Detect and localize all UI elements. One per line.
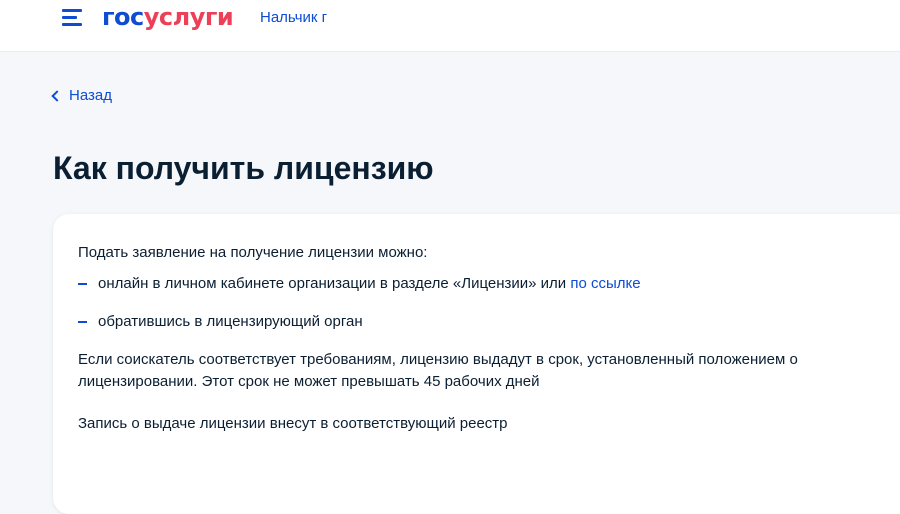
list-item-text: онлайн в личном кабинете организации в р… <box>98 275 571 292</box>
region-selector[interactable]: Нальчик г <box>260 9 327 26</box>
burger-menu-icon[interactable] <box>62 9 84 27</box>
link-po-ssylke[interactable]: по ссылке <box>570 275 640 292</box>
chevron-left-icon <box>51 90 63 102</box>
back-label: Назад <box>69 87 112 104</box>
dash-icon <box>78 283 87 285</box>
page-title: Как получить лицензию <box>53 150 434 186</box>
card-content: Подать заявление на получение лицензии м… <box>78 242 878 435</box>
registry-text: Запись о выдаче лицензии внесут в соотве… <box>78 415 508 432</box>
back-link[interactable]: Назад <box>51 87 112 104</box>
gosuslugi-logo[interactable]: госуслуги <box>102 2 234 32</box>
content-card: Подать заявление на получение лицензии м… <box>53 214 900 514</box>
list-item: обратившись в лицензирующий орган <box>78 311 878 333</box>
logo-part-gos: гос <box>102 3 144 31</box>
intro-text: Подать заявление на получение лицензии м… <box>78 244 428 261</box>
list-item: онлайн в личном кабинете организации в р… <box>78 273 878 295</box>
options-list: онлайн в личном кабинете организации в р… <box>78 273 878 333</box>
header: госуслуги Нальчик г <box>0 0 900 52</box>
dash-icon <box>78 321 87 323</box>
list-item-text: обратившись в лицензирующий орган <box>98 313 363 330</box>
licensing-term-text: Если соискатель соответствует требования… <box>78 351 798 390</box>
logo-part-uslugi: услуги <box>143 3 234 31</box>
